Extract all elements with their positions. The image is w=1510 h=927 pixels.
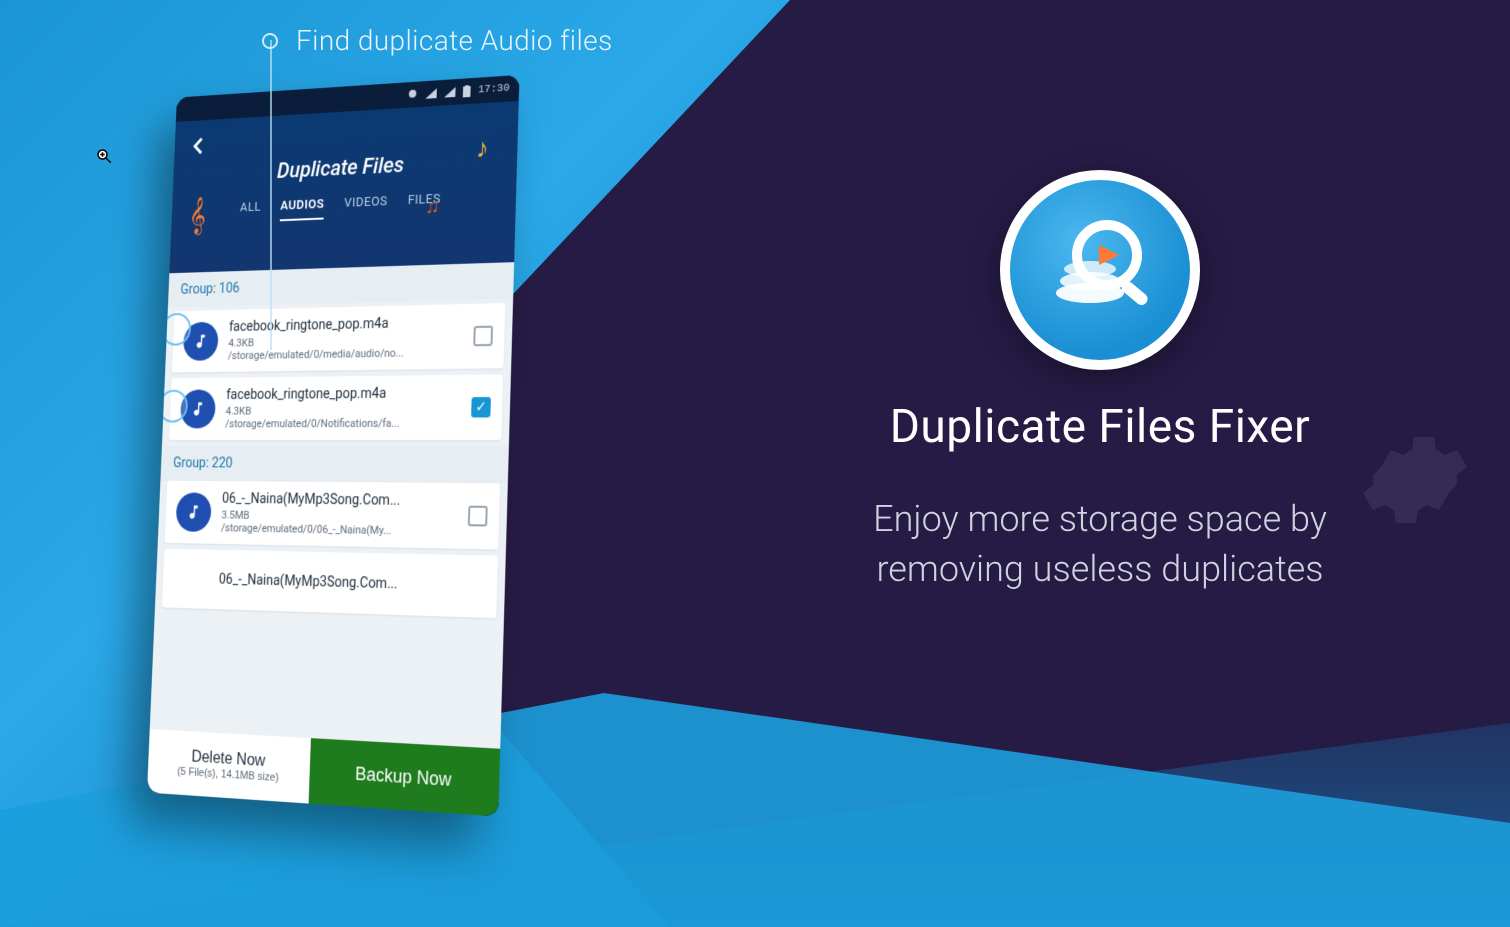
group-label: Group: 220 — [160, 446, 508, 484]
file-meta: 06_-_Naina(MyMp3Song.Com... — [219, 572, 486, 595]
file-row[interactable]: facebook_ringtone_pop.m4a 4.3KB /storage… — [169, 374, 503, 440]
back-arrow-icon[interactable] — [186, 133, 209, 159]
magnifier-cursor-icon — [95, 147, 113, 165]
music-note-icon: 𝄞 — [188, 196, 207, 235]
file-name: 06_-_Naina(MyMp3Song.Com... — [222, 491, 457, 510]
annotation-text: Find duplicate Audio files — [296, 24, 613, 57]
promo-canvas: Find duplicate Audio files Duplicate Fil… — [0, 0, 1510, 927]
statusbar-time: 17:30 — [478, 83, 510, 97]
tab-all[interactable]: ALL — [239, 200, 261, 223]
tabs: ALL AUDIOS VIDEOS FILES — [183, 189, 502, 225]
phone-mockup: 17:30 𝄞 ♪ ♫ Duplicate Files ALL AUDIOS V… — [147, 75, 520, 817]
file-name: 06_-_Naina(MyMp3Song.Com... — [219, 572, 486, 595]
annotation-dot-icon — [262, 33, 278, 49]
checkbox[interactable] — [468, 506, 488, 527]
header-title: Duplicate Files — [185, 148, 504, 189]
promo-subtitle: Enjoy more storage space by removing use… — [750, 494, 1450, 595]
app-logo-icon — [1035, 205, 1165, 335]
file-path: /storage/emulated/0/media/audio/no... — [228, 345, 462, 362]
file-meta: facebook_ringtone_pop.m4a 4.3KB /storage… — [228, 314, 463, 362]
phone-stage: 17:30 𝄞 ♪ ♫ Duplicate Files ALL AUDIOS V… — [80, 70, 640, 927]
app-logo — [1000, 170, 1200, 370]
file-meta: facebook_ringtone_pop.m4a 4.3KB /storage… — [225, 385, 461, 430]
file-name: facebook_ringtone_pop.m4a — [226, 385, 461, 403]
file-meta: 06_-_Naina(MyMp3Song.Com... 3.5MB /stora… — [221, 491, 458, 538]
promo-sub-line1: Enjoy more storage space by — [873, 498, 1327, 540]
file-path: /storage/emulated/0/Notifications/fa... — [225, 417, 460, 431]
annotation-leader-line — [270, 40, 272, 350]
delete-now-button[interactable]: Delete Now (5 File(s), 14.1MB size) — [147, 729, 311, 803]
music-note-icon: ♪ — [476, 133, 489, 165]
file-row[interactable]: facebook_ringtone_pop.m4a 4.3KB /storage… — [172, 303, 505, 373]
alarm-icon — [407, 88, 418, 100]
backup-label: Backup Now — [355, 763, 452, 791]
promo-block: Duplicate Files Fixer Enjoy more storage… — [750, 170, 1450, 595]
promo-title: Duplicate Files Fixer — [750, 400, 1450, 454]
signal-icon — [425, 88, 436, 99]
audio-file-icon — [175, 492, 211, 532]
app-header: 𝄞 ♪ ♫ Duplicate Files ALL AUDIOS VIDEOS … — [169, 101, 518, 273]
file-name: facebook_ringtone_pop.m4a — [229, 314, 463, 335]
file-row[interactable]: 06_-_Naina(MyMp3Song.Com... 3.5MB /stora… — [165, 481, 500, 550]
tab-videos[interactable]: VIDEOS — [344, 194, 388, 218]
annotation: Find duplicate Audio files — [262, 24, 613, 57]
promo-sub-line2: removing useless duplicates — [876, 548, 1323, 590]
file-size: 4.3KB — [225, 403, 460, 417]
file-path: /storage/emulated/0/06_-_Naina(My... — [221, 521, 457, 538]
signal-icon-2 — [444, 87, 456, 98]
battery-icon — [463, 85, 471, 97]
checkbox[interactable] — [473, 326, 493, 347]
tab-audios[interactable]: AUDIOS — [280, 197, 325, 221]
group-wrap: facebook_ringtone_pop.m4a 4.3KB /storage… — [162, 299, 513, 440]
backup-now-button[interactable]: Backup Now — [309, 738, 501, 816]
music-note-icon: ♫ — [425, 194, 440, 219]
file-row[interactable]: 06_-_Naina(MyMp3Song.Com... — [162, 549, 498, 618]
checkbox-checked[interactable]: ✓ — [471, 397, 491, 418]
file-list[interactable]: Group: 106 facebook_ringtone_pop.m4a 4.3… — [150, 262, 514, 749]
